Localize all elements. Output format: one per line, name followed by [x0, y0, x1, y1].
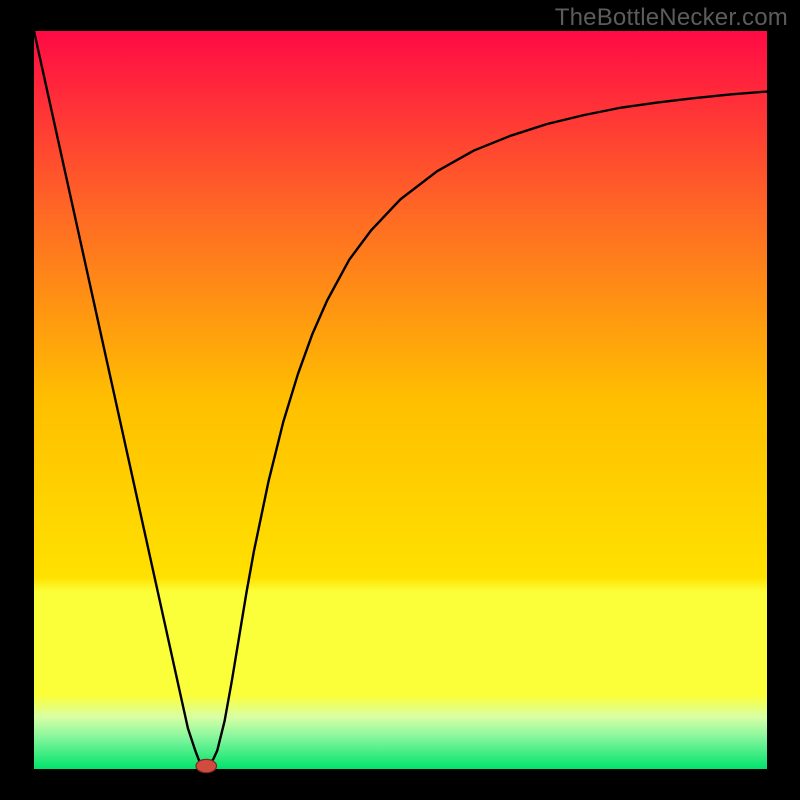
optimum-marker — [196, 759, 217, 772]
plot-background — [34, 31, 767, 769]
bottleneck-chart — [0, 0, 800, 800]
watermark-text: TheBottleNecker.com — [555, 4, 788, 32]
chart-frame: TheBottleNecker.com — [0, 0, 800, 800]
